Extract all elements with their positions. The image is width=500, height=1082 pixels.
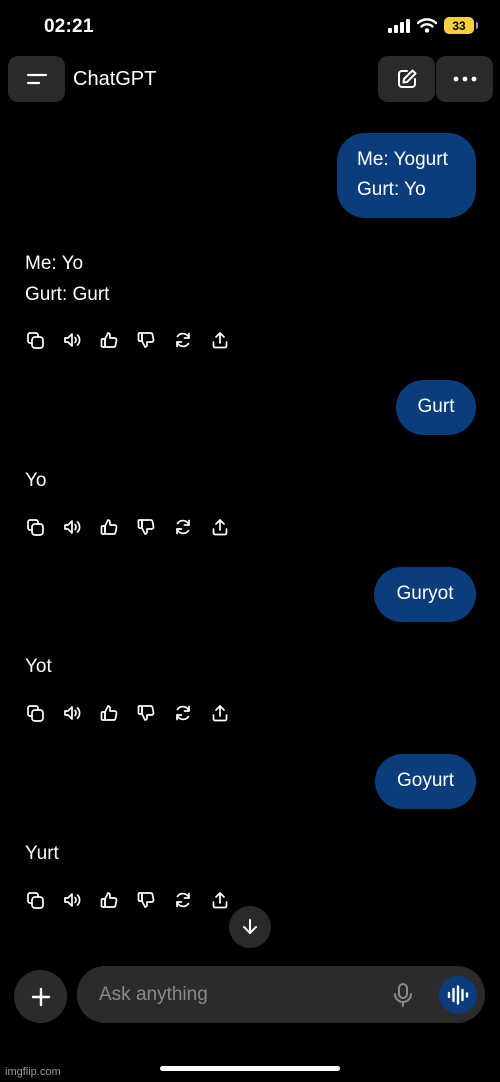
speaker-button[interactable] (62, 703, 82, 723)
thumbs-down-button[interactable] (136, 703, 156, 723)
thumbs-up-button[interactable] (99, 703, 119, 723)
user-message: Me: Yogurt Gurt: Yo (337, 133, 476, 218)
share-button[interactable] (210, 890, 230, 910)
scroll-to-bottom-button[interactable] (229, 906, 271, 948)
share-button[interactable] (210, 703, 230, 723)
message-actions (25, 517, 230, 537)
assistant-message: Yurt (25, 843, 59, 864)
mic-icon (394, 983, 412, 1007)
menu-icon (26, 73, 47, 85)
signal-icon (388, 18, 410, 33)
plus-icon (31, 987, 50, 1006)
speaker-button[interactable] (62, 890, 82, 910)
speaker-icon (64, 520, 81, 534)
voice-mode-button[interactable] (439, 976, 477, 1014)
new-chat-button[interactable] (378, 56, 435, 102)
regenerate-icon (176, 332, 190, 348)
thumbs-down-icon (137, 519, 155, 535)
status-time: 02:21 (44, 16, 94, 37)
voice-mode-icon (447, 985, 469, 1005)
assistant-message: Me: Yo Gurt: Gurt (25, 253, 110, 305)
more-options-button[interactable] (436, 56, 493, 102)
composer (77, 966, 485, 1023)
copy-icon (27, 705, 44, 722)
watermark: imgflip.com (5, 1066, 61, 1078)
thumbs-down-icon (137, 705, 155, 721)
regenerate-icon (176, 892, 190, 908)
share-icon (212, 332, 228, 349)
copy-button[interactable] (25, 330, 45, 350)
app-title: ChatGPT (73, 68, 157, 90)
speaker-icon (64, 893, 81, 907)
user-message: Goyurt (375, 754, 476, 809)
arrow-down-icon (243, 919, 257, 934)
thumbs-up-button[interactable] (99, 517, 119, 537)
thumbs-down-button[interactable] (136, 890, 156, 910)
attach-button[interactable] (14, 970, 67, 1023)
share-button[interactable] (210, 330, 230, 350)
thumbs-up-icon (100, 519, 118, 535)
share-icon (212, 705, 228, 722)
copy-button[interactable] (25, 890, 45, 910)
home-indicator (160, 1066, 340, 1071)
assistant-message: Yot (25, 656, 52, 677)
thumbs-up-button[interactable] (99, 890, 119, 910)
thumbs-up-icon (100, 892, 118, 908)
copy-icon (27, 332, 44, 349)
thumbs-up-icon (100, 705, 118, 721)
message-actions (25, 890, 230, 910)
thumbs-up-button[interactable] (99, 330, 119, 350)
regenerate-button[interactable] (173, 517, 193, 537)
message-actions (25, 330, 230, 350)
speaker-icon (64, 706, 81, 720)
user-message: Gurt (396, 380, 476, 435)
thumbs-down-button[interactable] (136, 330, 156, 350)
copy-icon (27, 519, 44, 536)
regenerate-icon (176, 705, 190, 721)
share-icon (212, 892, 228, 909)
status-bar: 02:21 33 (0, 0, 500, 54)
share-icon (212, 519, 228, 536)
message-input[interactable] (97, 980, 371, 1010)
edit-icon (397, 69, 416, 88)
dictate-button[interactable] (391, 983, 415, 1007)
speaker-icon (64, 333, 81, 347)
regenerate-icon (176, 519, 190, 535)
message-actions (25, 703, 230, 723)
battery-indicator: 33 (444, 17, 478, 34)
regenerate-button[interactable] (173, 703, 193, 723)
battery-level: 33 (452, 18, 466, 33)
thumbs-down-icon (137, 332, 155, 348)
copy-button[interactable] (25, 517, 45, 537)
header: ChatGPT (0, 56, 500, 104)
speaker-button[interactable] (62, 517, 82, 537)
regenerate-button[interactable] (173, 330, 193, 350)
thumbs-down-button[interactable] (136, 517, 156, 537)
user-message: Guryot (374, 567, 476, 622)
regenerate-button[interactable] (173, 890, 193, 910)
copy-button[interactable] (25, 703, 45, 723)
share-button[interactable] (210, 517, 230, 537)
copy-icon (27, 892, 44, 909)
more-icon (453, 76, 476, 82)
thumbs-up-icon (100, 332, 118, 348)
menu-button[interactable] (8, 56, 65, 102)
assistant-message: Yo (25, 470, 47, 491)
thumbs-down-icon (137, 892, 155, 908)
wifi-icon (417, 18, 437, 33)
speaker-button[interactable] (62, 330, 82, 350)
status-icons: 33 (388, 17, 478, 34)
